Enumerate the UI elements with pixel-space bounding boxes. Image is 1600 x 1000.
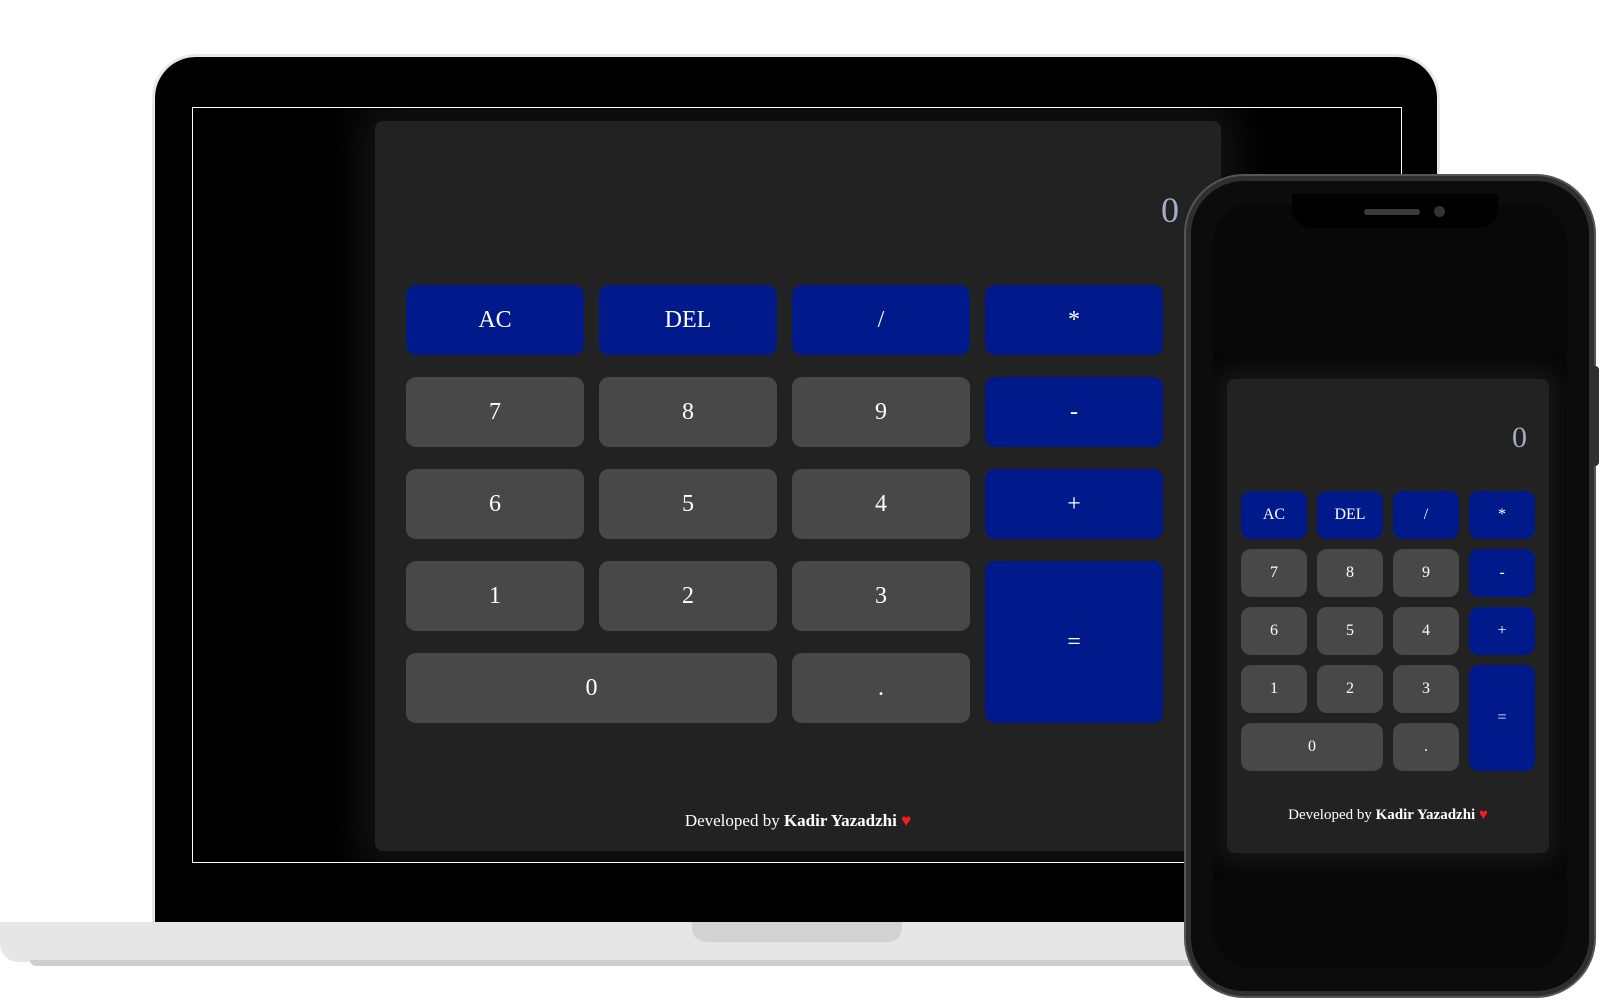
digit-1-button[interactable]: 1 <box>406 561 584 631</box>
phone-screen: 0 AC DEL / * 7 8 9 - 6 5 4 + 1 2 3 = 0 .… <box>1213 203 1567 969</box>
phone-frame: 0 AC DEL / * 7 8 9 - 6 5 4 + 1 2 3 = 0 .… <box>1186 176 1594 996</box>
calculator-display: 0 <box>1512 421 1527 454</box>
digit-5-button[interactable]: 5 <box>599 469 777 539</box>
camera-icon <box>1434 206 1445 217</box>
footer-prefix: Developed by <box>1288 807 1372 823</box>
multiply-button[interactable]: * <box>1469 491 1535 539</box>
digit-4-button[interactable]: 4 <box>1393 607 1459 655</box>
digit-8-button[interactable]: 8 <box>1317 549 1383 597</box>
multiply-button[interactable]: * <box>985 285 1163 355</box>
divide-button[interactable]: / <box>792 285 970 355</box>
ac-button[interactable]: AC <box>1241 491 1307 539</box>
phone-side-button <box>1594 366 1599 466</box>
digit-0-button[interactable]: 0 <box>406 653 777 723</box>
digit-7-button[interactable]: 7 <box>1241 549 1307 597</box>
divide-button[interactable]: / <box>1393 491 1459 539</box>
heart-icon: ♥ <box>901 811 912 830</box>
footer-prefix: Developed by <box>684 811 780 830</box>
calculator: 0 AC DEL / * 7 8 9 - 6 5 4 + 1 2 3 = 0 .… <box>1227 379 1549 853</box>
digit-4-button[interactable]: 4 <box>792 469 970 539</box>
footer-credit: Developed by Kadir Yazadzhi ♥ <box>1227 807 1549 824</box>
equals-button[interactable]: = <box>985 561 1163 723</box>
subtract-button[interactable]: - <box>985 377 1163 447</box>
digit-1-button[interactable]: 1 <box>1241 665 1307 713</box>
footer-author: Kadir Yazadzhi <box>1375 807 1476 823</box>
equals-button[interactable]: = <box>1469 665 1535 771</box>
digit-3-button[interactable]: 3 <box>1393 665 1459 713</box>
delete-button[interactable]: DEL <box>1317 491 1383 539</box>
digit-0-button[interactable]: 0 <box>1241 723 1383 771</box>
decimal-button[interactable]: . <box>792 653 970 723</box>
calculator: 0 AC DEL / * 7 8 9 - 6 5 4 + 1 2 3 = 0 .… <box>375 121 1221 851</box>
digit-5-button[interactable]: 5 <box>1317 607 1383 655</box>
ac-button[interactable]: AC <box>406 285 584 355</box>
add-button[interactable]: + <box>985 469 1163 539</box>
footer-credit: Developed by Kadir Yazadzhi ♥ <box>375 811 1221 831</box>
calculator-display: 0 <box>1161 190 1179 230</box>
digit-2-button[interactable]: 2 <box>599 561 777 631</box>
delete-button[interactable]: DEL <box>599 285 777 355</box>
subtract-button[interactable]: - <box>1469 549 1535 597</box>
footer-author: Kadir Yazadzhi <box>783 811 897 830</box>
digit-8-button[interactable]: 8 <box>599 377 777 447</box>
digit-6-button[interactable]: 6 <box>1241 607 1307 655</box>
laptop-base-shadow <box>30 960 1200 966</box>
digit-9-button[interactable]: 9 <box>792 377 970 447</box>
phone-speaker <box>1364 209 1420 215</box>
digit-9-button[interactable]: 9 <box>1393 549 1459 597</box>
laptop-opening-notch <box>692 922 902 942</box>
heart-icon: ♥ <box>1478 807 1488 823</box>
laptop-base <box>0 922 1210 962</box>
digit-6-button[interactable]: 6 <box>406 469 584 539</box>
add-button[interactable]: + <box>1469 607 1535 655</box>
digit-7-button[interactable]: 7 <box>406 377 584 447</box>
decimal-button[interactable]: . <box>1393 723 1459 771</box>
digit-3-button[interactable]: 3 <box>792 561 970 631</box>
digit-2-button[interactable]: 2 <box>1317 665 1383 713</box>
